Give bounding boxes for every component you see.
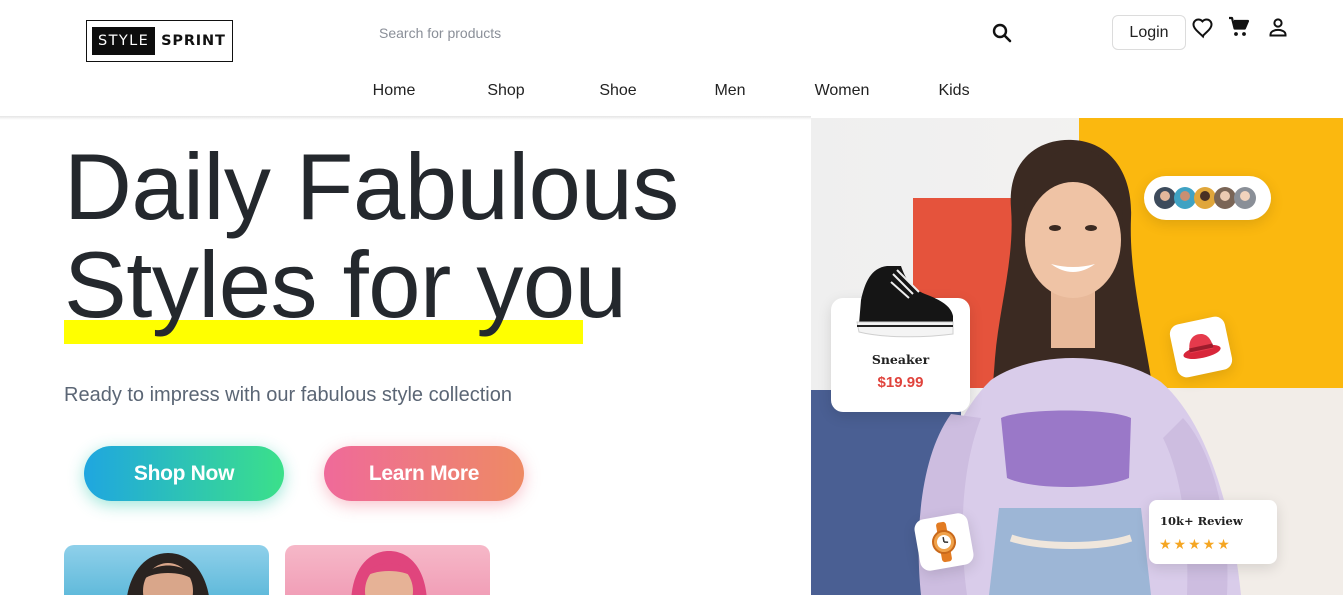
avatar-group bbox=[1154, 187, 1256, 209]
nav-item-kids[interactable]: Kids bbox=[938, 82, 969, 100]
search-icon[interactable] bbox=[990, 21, 1014, 45]
product-card-sneaker[interactable]: Sneaker $19.99 bbox=[831, 266, 970, 412]
product-price: $19.99 bbox=[877, 374, 924, 391]
hero-title: Daily Fabulous Styles for you bbox=[64, 138, 679, 334]
hero-title-line-1: Daily Fabulous bbox=[64, 134, 679, 239]
shop-now-button[interactable]: Shop Now bbox=[84, 446, 284, 501]
nav-item-home[interactable]: Home bbox=[373, 82, 416, 100]
site-header: STYLE SPRINT Login Home Shop Shoe Men Wo… bbox=[0, 0, 1343, 118]
nav-item-women[interactable]: Women bbox=[815, 82, 870, 100]
logo-text-sprint: SPRINT bbox=[161, 33, 226, 49]
logo-text-style: STYLE bbox=[92, 27, 156, 55]
user-icon[interactable] bbox=[1266, 15, 1290, 39]
review-badge: 10k+ Review ★★★★★ bbox=[1149, 500, 1277, 564]
hat-icon bbox=[1167, 314, 1235, 380]
customer-avatars[interactable] bbox=[1144, 176, 1271, 220]
watch-icon bbox=[912, 511, 976, 573]
learn-more-button[interactable]: Learn More bbox=[324, 446, 524, 501]
sneaker-image bbox=[856, 266, 954, 338]
heart-icon[interactable] bbox=[1191, 16, 1215, 40]
brand-logo[interactable]: STYLE SPRINT bbox=[86, 20, 233, 62]
star-rating-icon: ★★★★★ bbox=[1159, 536, 1232, 552]
cart-icon[interactable] bbox=[1227, 15, 1251, 39]
hero-title-line-2: Styles for you bbox=[64, 232, 627, 337]
search-input[interactable] bbox=[372, 18, 972, 48]
collection-thumbnail[interactable] bbox=[285, 545, 490, 595]
login-button[interactable]: Login bbox=[1112, 15, 1186, 50]
header-divider bbox=[0, 116, 811, 120]
product-name: Sneaker bbox=[871, 352, 930, 367]
review-count: 10k+ Review bbox=[1160, 514, 1243, 528]
nav-item-shop[interactable]: Shop bbox=[487, 82, 524, 100]
nav-item-men[interactable]: Men bbox=[714, 82, 745, 100]
search-bar bbox=[372, 18, 1022, 48]
nav-item-shoe[interactable]: Shoe bbox=[599, 82, 636, 100]
hero-subtitle: Ready to impress with our fabulous style… bbox=[64, 384, 512, 406]
collection-thumbnail[interactable] bbox=[64, 545, 269, 595]
